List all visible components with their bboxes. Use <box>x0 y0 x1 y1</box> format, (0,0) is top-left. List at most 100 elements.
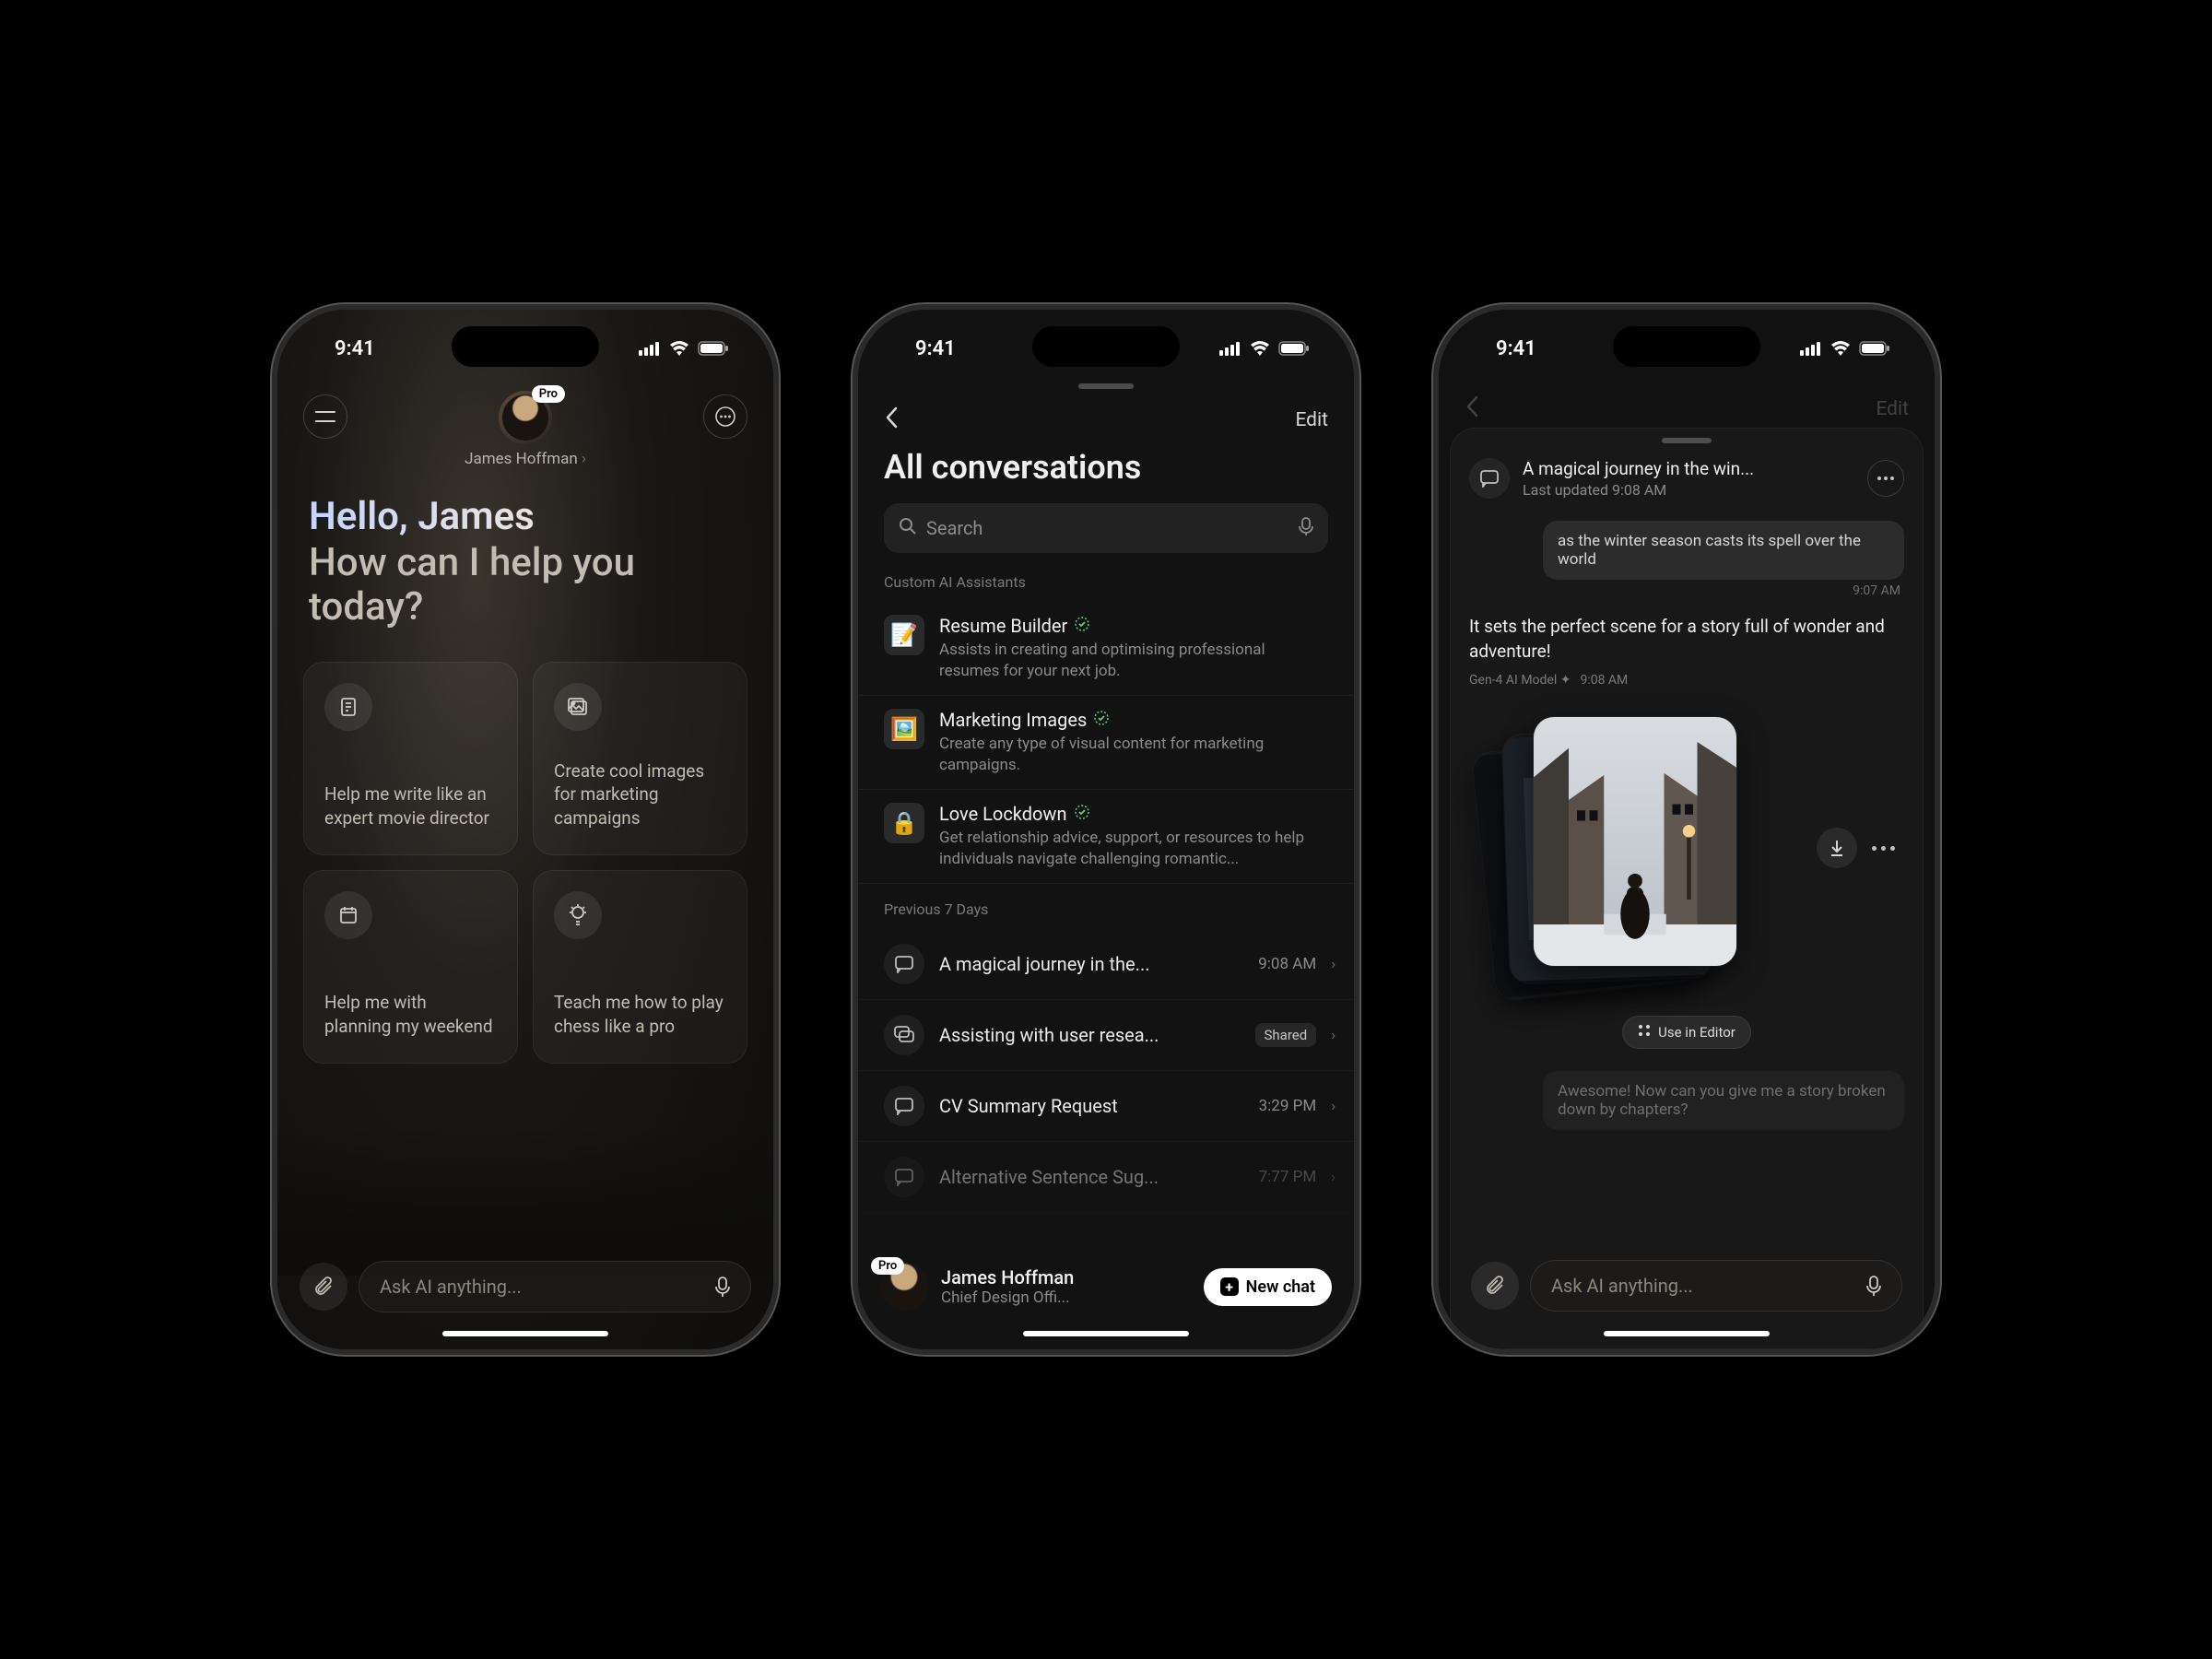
more-actions-button[interactable] <box>1872 846 1895 851</box>
model-timestamp: 9:08 AM <box>1580 673 1628 688</box>
plus-icon: + <box>1220 1277 1239 1296</box>
assistant-row-resume[interactable]: 📝 Resume Builder Assists in creating and… <box>858 602 1354 696</box>
status-time: 9:41 <box>915 337 956 360</box>
suggestion-card-images[interactable]: Create cool images for marketing campaig… <box>533 662 747 855</box>
shared-badge: Shared <box>1255 1023 1317 1047</box>
home-indicator[interactable] <box>1023 1331 1189 1336</box>
user-info[interactable]: James Hoffman Chief Design Offi... <box>941 1266 1191 1307</box>
use-in-editor-button[interactable]: Use in Editor <box>1622 1016 1751 1049</box>
chat-icon <box>884 1157 924 1197</box>
assistant-desc: Assists in creating and optimising profe… <box>939 640 1328 682</box>
assistant-title: Resume Builder <box>939 615 1067 637</box>
status-time: 9:41 <box>335 337 375 360</box>
search-placeholder: Search <box>926 517 1289 539</box>
gradient-fade <box>277 1128 773 1276</box>
greeting-subtitle: How can I help you today? <box>309 541 742 630</box>
conversation-row[interactable]: Assisting with user resea... Shared › <box>858 1000 1354 1071</box>
assistant-desc: Get relationship advice, support, or res… <box>939 828 1328 870</box>
attachment-button[interactable] <box>1471 1262 1519 1310</box>
user-role-label: Chief Design Offi... <box>941 1288 1191 1307</box>
cellular-signal-icon <box>1219 341 1241 356</box>
pro-badge: Pro <box>532 385 565 403</box>
menu-button[interactable] <box>303 394 347 439</box>
document-icon <box>324 683 372 731</box>
edit-button[interactable]: Edit <box>1295 409 1328 431</box>
avatar: Pro <box>499 391 552 444</box>
status-time: 9:41 <box>1496 337 1536 360</box>
suggestion-text: Help me write like an expert movie direc… <box>324 782 497 830</box>
lock-app-icon: 🔒 <box>884 803 924 843</box>
model-name-label: Gen-4 AI Model ✦ <box>1469 673 1571 688</box>
edit-button: Edit <box>1876 398 1909 420</box>
chat-icon <box>884 944 924 984</box>
suggestion-text: Create cool images for marketing campaig… <box>554 759 726 830</box>
back-button[interactable] <box>884 406 899 435</box>
microphone-icon[interactable] <box>1299 516 1313 541</box>
chat-icon <box>884 1086 924 1126</box>
greeting-hello: Hello, James <box>309 494 742 539</box>
suggestion-text: Help me with planning my weekend <box>324 991 497 1038</box>
calendar-icon <box>324 891 372 939</box>
notes-app-icon: 📝 <box>884 615 924 655</box>
cellular-signal-icon <box>639 341 661 356</box>
use-in-editor-label: Use in Editor <box>1658 1024 1735 1041</box>
assistant-title: Marketing Images <box>939 709 1087 731</box>
conversation-title: A magical journey in the... <box>939 953 1243 975</box>
generated-image-stack[interactable] <box>1478 717 1904 1003</box>
home-indicator[interactable] <box>1604 1331 1770 1336</box>
new-chat-label: New chat <box>1246 1277 1315 1297</box>
cellular-signal-icon <box>1800 341 1822 356</box>
wifi-icon <box>1830 340 1852 357</box>
assistant-row-marketing[interactable]: 🖼️ Marketing Images Create any type of v… <box>858 696 1354 790</box>
conversation-row[interactable]: A magical journey in the... 9:08 AM › <box>858 929 1354 1000</box>
conversation-row[interactable]: Alternative Sentence Sug... 7:77 PM › <box>858 1142 1354 1213</box>
verified-icon <box>1094 711 1109 729</box>
message-timestamp: 9:07 AM <box>1451 583 1900 598</box>
user-name-label: James Hoffman <box>941 1266 1191 1288</box>
assistant-message-text: It sets the perfect scene for a story fu… <box>1469 615 1904 664</box>
conversation-time: 3:29 PM <box>1259 1097 1317 1115</box>
chevron-right-icon: › <box>1331 1168 1335 1185</box>
assistant-row-love[interactable]: 🔒 Love Lockdown Get relationship advice,… <box>858 790 1354 884</box>
chat-input[interactable]: Ask AI anything... <box>1530 1260 1902 1312</box>
profile-block[interactable]: Pro James Hoffman › <box>465 391 586 468</box>
search-input[interactable]: Search <box>884 503 1328 553</box>
conversation-title: CV Summary Request <box>939 1095 1244 1117</box>
chevron-right-icon: › <box>582 450 586 468</box>
conversation-time: 9:08 AM <box>1258 955 1316 973</box>
chevron-right-icon: › <box>1331 1026 1335 1043</box>
chat-overlay-sheet: A magical journey in the win... Last upd… <box>1450 428 1924 1349</box>
back-button <box>1465 394 1479 424</box>
message-text: Awesome! Now can you give me a story bro… <box>1558 1082 1886 1119</box>
conversation-title: Assisting with user resea... <box>939 1024 1241 1046</box>
attachment-button[interactable] <box>300 1263 347 1311</box>
suggestion-card-planning[interactable]: Help me with planning my weekend <box>303 870 518 1064</box>
image-card <box>1534 717 1736 966</box>
dynamic-island <box>452 326 599 367</box>
more-button[interactable] <box>1867 460 1904 497</box>
battery-icon <box>698 341 729 356</box>
suggestion-card-write[interactable]: Help me write like an expert movie direc… <box>303 662 518 855</box>
dynamic-island <box>1613 326 1760 367</box>
search-icon <box>899 517 917 540</box>
more-button[interactable] <box>703 394 747 439</box>
avatar[interactable]: Pro <box>880 1263 928 1311</box>
microphone-icon[interactable] <box>1857 1269 1890 1302</box>
new-chat-button[interactable]: + New chat <box>1204 1268 1332 1306</box>
section-label-previous: Previous 7 Days <box>858 900 1354 929</box>
chevron-right-icon: › <box>1331 955 1335 972</box>
lightbulb-icon <box>554 891 602 939</box>
microphone-icon[interactable] <box>706 1270 739 1303</box>
chat-icon <box>1469 458 1510 499</box>
section-label-assistants: Custom AI Assistants <box>858 573 1354 602</box>
user-message-bubble: Awesome! Now can you give me a story bro… <box>1543 1071 1904 1130</box>
conversation-row[interactable]: CV Summary Request 3:29 PM › <box>858 1071 1354 1142</box>
gallery-icon <box>554 683 602 731</box>
download-button[interactable] <box>1817 828 1857 868</box>
chat-multi-icon <box>884 1015 924 1055</box>
chat-input[interactable]: Ask AI anything... <box>359 1261 751 1312</box>
suggestion-card-chess[interactable]: Teach me how to play chess like a pro <box>533 870 747 1064</box>
home-indicator[interactable] <box>442 1331 608 1336</box>
user-name-label: James Hoffman <box>465 450 578 468</box>
input-placeholder: Ask AI anything... <box>1551 1275 1857 1297</box>
